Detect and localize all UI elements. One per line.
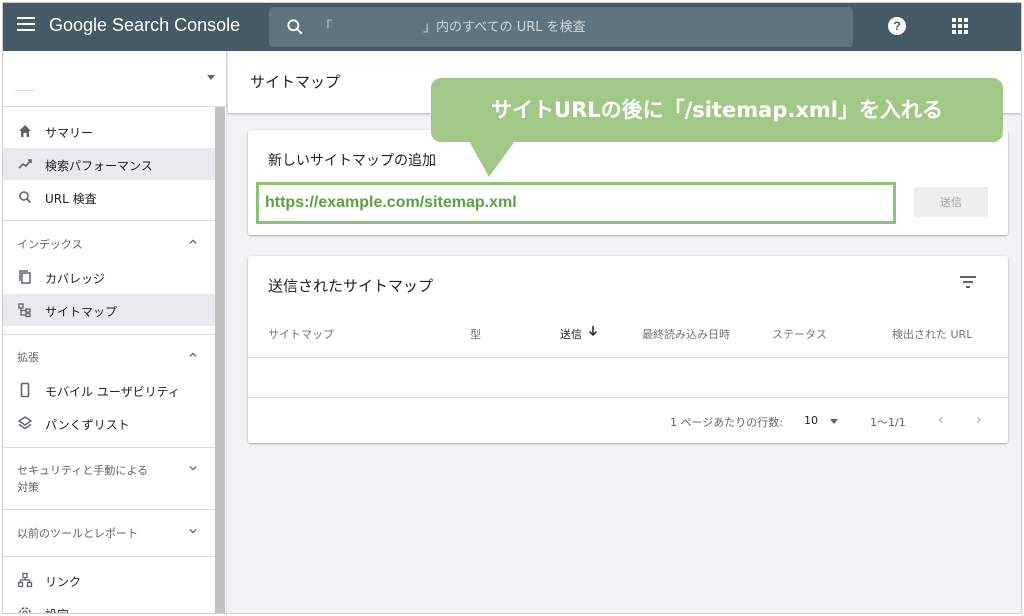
sidebar-item-settings[interactable]: 設定 <box>3 597 215 613</box>
next-page-icon[interactable]: › <box>976 412 982 428</box>
column-header-sitemap[interactable]: サイトマップ <box>268 326 334 342</box>
section-label: 以前のツールとレポート <box>17 527 138 540</box>
chevron-up-icon <box>189 239 197 245</box>
links-icon <box>17 572 33 588</box>
section-label-line: セキュリティと手動による <box>17 464 149 477</box>
copy-icon <box>19 270 31 284</box>
section-label-line: 対策 <box>17 481 39 494</box>
callout-text: サイトURLの後に「/sitemap.xml」を入れる <box>491 98 943 122</box>
table-divider <box>248 357 1008 358</box>
search-icon <box>19 191 32 204</box>
screenshot-frame: Google Search Console ? サマリー 検索パフォーマンス U… <box>2 2 1022 614</box>
callout-pointer <box>469 141 515 177</box>
settings-icon <box>19 607 31 613</box>
submit-button[interactable]: 送信 <box>914 187 988 217</box>
property-name <box>15 81 35 91</box>
apps-grid-icon[interactable] <box>952 18 968 34</box>
section-label: 拡張 <box>17 351 39 364</box>
top-app-bar: Google Search Console ? <box>3 3 1021 51</box>
search-icon <box>287 19 303 35</box>
app-title[interactable]: Google Search Console <box>49 15 240 36</box>
sidebar-item-sitemaps[interactable]: サイトマップ <box>3 294 215 326</box>
sidebar-item-links[interactable]: リンク <box>3 564 215 596</box>
arrow-down-icon[interactable] <box>588 325 598 337</box>
sidebar-scrollbar[interactable] <box>215 107 225 613</box>
annotation-callout: サイトURLの後に「/sitemap.xml」を入れる <box>431 78 1003 142</box>
sidebar-item-label: サイトマップ <box>45 305 118 319</box>
column-header-discovered-urls[interactable]: 検出された URL <box>892 326 972 342</box>
sidebar-item-summary[interactable]: サマリー <box>3 115 215 147</box>
sidebar-divider <box>3 334 215 335</box>
chevron-down-icon[interactable] <box>830 419 838 424</box>
pagination-range: 1〜1/1 <box>870 416 906 429</box>
table-divider <box>248 397 1008 398</box>
sidebar-divider <box>3 509 215 510</box>
sidebar-item-url-inspection[interactable]: URL 検査 <box>3 181 215 213</box>
sidebar-item-label: URL 検査 <box>45 192 97 206</box>
sidebar-divider <box>3 556 215 557</box>
sitemap-url-field[interactable] <box>256 182 896 224</box>
sidebar-item-label: リンク <box>45 575 82 589</box>
prev-page-icon[interactable]: ‹ <box>938 412 944 428</box>
url-inspection-search[interactable] <box>269 7 853 47</box>
sidebar-item-breadcrumbs[interactable]: パンくずリスト <box>3 407 215 439</box>
sidebar-item-label: カバレッジ <box>45 272 106 286</box>
chevron-up-icon <box>189 352 197 358</box>
rows-per-page-select[interactable]: 10 <box>804 414 818 427</box>
sidebar-item-mobile-usability[interactable]: モバイル ユーザビリティ <box>3 374 215 406</box>
column-header-last-read[interactable]: 最終読み込み日時 <box>642 326 730 342</box>
sitemap-url-input[interactable] <box>265 185 885 221</box>
rows-per-page-label: 1 ページあたりの行数: <box>670 416 783 429</box>
sidebar-item-label: サマリー <box>45 126 94 140</box>
trending-up-icon <box>18 159 32 169</box>
sidebar-item-performance[interactable]: 検索パフォーマンス <box>3 148 215 180</box>
column-header-type[interactable]: 型 <box>470 326 481 342</box>
sidebar-item-label: 設定 <box>45 606 69 613</box>
help-icon[interactable]: ? <box>888 17 906 35</box>
add-sitemap-card: 新しいサイトマップの追加 送信 <box>248 130 1008 235</box>
chevron-down-icon <box>207 75 215 80</box>
section-label: インデックス <box>17 238 83 251</box>
property-selector[interactable] <box>3 51 227 107</box>
column-header-status[interactable]: ステータス <box>772 326 827 342</box>
sidebar-item-label: 検索パフォーマンス <box>45 159 153 173</box>
chevron-down-icon <box>189 465 197 471</box>
add-sitemap-title: 新しいサイトマップの追加 <box>268 153 436 169</box>
sidebar-divider <box>3 220 215 221</box>
page-title: サイトマップ <box>250 73 341 91</box>
submitted-sitemaps-card: 送信されたサイトマップ サイトマップ 型 送信 最終読み込み日時 ステータス 検… <box>248 256 1008 443</box>
sidebar-item-coverage[interactable]: カバレッジ <box>3 261 215 293</box>
sidebar: サマリー 検索パフォーマンス URL 検査 インデックス カバレッジ サイトマッ… <box>3 51 227 613</box>
menu-icon[interactable] <box>17 17 35 35</box>
home-icon <box>19 125 31 137</box>
phone-icon <box>20 382 30 398</box>
section-label: セキュリティと手動による 対策 <box>17 462 148 496</box>
column-header-submitted[interactable]: 送信 <box>560 326 582 342</box>
sidebar-divider <box>3 447 215 448</box>
section-security-heading[interactable]: セキュリティと手動による 対策 <box>3 462 215 502</box>
layers-icon <box>17 416 33 430</box>
filter-icon[interactable] <box>960 276 976 288</box>
search-input[interactable] <box>319 7 839 47</box>
sidebar-item-label: パンくずリスト <box>45 418 130 432</box>
chevron-down-icon <box>189 528 197 534</box>
submitted-sitemaps-title: 送信されたサイトマップ <box>268 277 434 295</box>
sitemap-icon <box>18 303 31 318</box>
sidebar-item-label: モバイル ユーザビリティ <box>45 385 180 399</box>
